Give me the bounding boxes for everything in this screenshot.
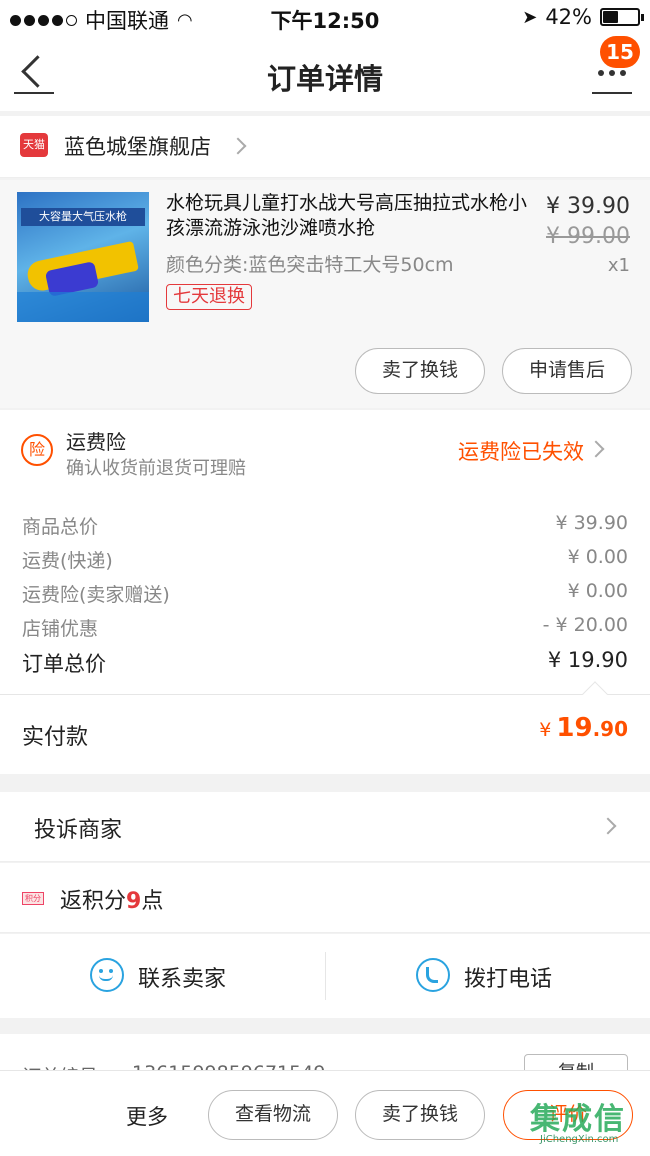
watermark-main: 集成信 <box>530 1102 626 1137</box>
sell-for-cash-footer-button[interactable]: 卖了换钱 <box>355 1090 485 1140</box>
points-icon: 积分 <box>22 892 44 905</box>
status-bar: 中国联通 ◠ 下午12:50 ➤ 42% <box>0 0 650 36</box>
chevron-right-icon <box>599 817 617 835</box>
summary-value-shipping: ¥ 0.00 <box>567 546 628 568</box>
order-info-row: 订单编号 1361599859671549 复制 <box>0 1034 650 1074</box>
battery-percent: 42% <box>545 5 592 29</box>
actual-paid-value: ¥ 19.90 <box>539 713 628 743</box>
insurance-subtitle: 确认收货前退货可理赔 <box>66 458 246 479</box>
summary-label-discount: 店铺优惠 <box>22 618 99 640</box>
points-row: 积分 返积分9点 <box>0 863 650 933</box>
store-row[interactable]: 天猫 蓝色城堡旗舰店 <box>0 116 650 178</box>
actual-paid-row: 实付款 ¥ 19.90 <box>0 681 650 774</box>
more-actions-button[interactable]: 更多 <box>126 1101 168 1131</box>
paid-currency: ¥ <box>539 719 552 741</box>
nav-bar: 订单详情 15 <box>0 36 650 111</box>
site-watermark: 集成信 JiChengXin.com <box>530 1094 642 1152</box>
product-thumbnail[interactable]: 大容量大气压水枪 <box>17 192 149 322</box>
insurance-icon: 险 <box>21 434 53 466</box>
summary-label-shipping: 运费(快递) <box>22 550 113 572</box>
view-logistics-button[interactable]: 查看物流 <box>208 1090 338 1140</box>
tmall-icon: 天猫 <box>20 133 48 157</box>
product-price: ¥ 39.90 <box>546 194 630 219</box>
location-arrow-icon: ➤ <box>522 6 538 28</box>
chat-icon <box>90 958 124 992</box>
call-phone-label: 拨打电话 <box>464 967 553 992</box>
points-number: 9 <box>126 889 142 914</box>
points-suffix: 点 <box>141 889 164 914</box>
points-prefix: 返积分 <box>60 889 127 914</box>
chevron-right-icon <box>229 137 247 155</box>
insurance-status: 运费险已失效 <box>458 440 584 464</box>
product-title[interactable]: 水枪玩具儿童打水战大号高压抽拉式水枪小孩漂流游泳池沙滩喷水抢 <box>166 191 530 241</box>
message-count-badge: 15 <box>600 36 640 68</box>
water-wave-shape <box>17 292 149 322</box>
actual-paid-label: 实付款 <box>22 725 89 750</box>
price-summary: 商品总价 ¥ 39.90 运费(快递) ¥ 0.00 运费险(卖家赠送) ¥ 0… <box>0 488 650 694</box>
watermark-url: JiChengXin.com <box>540 1134 619 1145</box>
summary-value-discount: - ¥ 20.00 <box>542 614 628 636</box>
bottom-action-bar: 更多 查看物流 卖了换钱 评价 集成信 JiChengXin.com <box>0 1070 650 1156</box>
summary-label-insurance: 运费险(卖家赠送) <box>22 584 170 606</box>
phone-icon <box>416 958 450 992</box>
points-text: 返积分9点 <box>60 883 163 915</box>
store-name: 蓝色城堡旗舰店 <box>64 135 211 159</box>
summary-label-subtotal: 商品总价 <box>22 516 99 538</box>
order-total-value: ¥ 19.90 <box>547 648 628 672</box>
paid-decimal: .90 <box>592 717 628 741</box>
chevron-right-icon <box>587 440 605 458</box>
order-total-label: 订单总价 <box>22 652 106 676</box>
contact-row: 联系卖家 拨打电话 <box>0 934 650 1018</box>
call-phone-button[interactable]: 拨打电话 <box>326 934 650 1018</box>
shipping-insurance-row[interactable]: 险 运费险 确认收货前退货可理赔 运费险已失效 <box>0 410 650 488</box>
product-card: 大容量大气压水枪 水枪玩具儿童打水战大号高压抽拉式水枪小孩漂流游泳池沙滩喷水抢 … <box>0 180 650 408</box>
complain-seller-row[interactable]: 投诉商家 <box>0 792 650 862</box>
product-original-price: ¥ 99.00 <box>546 224 630 249</box>
apply-after-sale-button[interactable]: 申请售后 <box>502 348 632 394</box>
product-quantity: x1 <box>607 255 630 276</box>
thumbnail-banner: 大容量大气压水枪 <box>21 208 145 226</box>
summary-value-insurance: ¥ 0.00 <box>567 580 628 602</box>
complain-seller-label: 投诉商家 <box>34 818 123 843</box>
insurance-title: 运费险 <box>66 430 126 454</box>
contact-seller-button[interactable]: 联系卖家 <box>0 934 325 1018</box>
thumbnail-banner-text: 大容量大气压水枪 <box>39 210 127 223</box>
contact-seller-label: 联系卖家 <box>138 967 227 992</box>
seven-day-return-tag: 七天退换 <box>166 284 252 310</box>
sell-for-cash-button[interactable]: 卖了换钱 <box>355 348 485 394</box>
product-spec: 颜色分类:蓝色突击特工大号50cm <box>166 254 454 276</box>
paid-integer: 19 <box>556 713 593 743</box>
page-title: 订单详情 <box>266 62 383 96</box>
status-right: ➤ 42% <box>522 5 644 29</box>
summary-value-subtotal: ¥ 39.90 <box>555 512 628 534</box>
battery-icon <box>600 8 644 26</box>
